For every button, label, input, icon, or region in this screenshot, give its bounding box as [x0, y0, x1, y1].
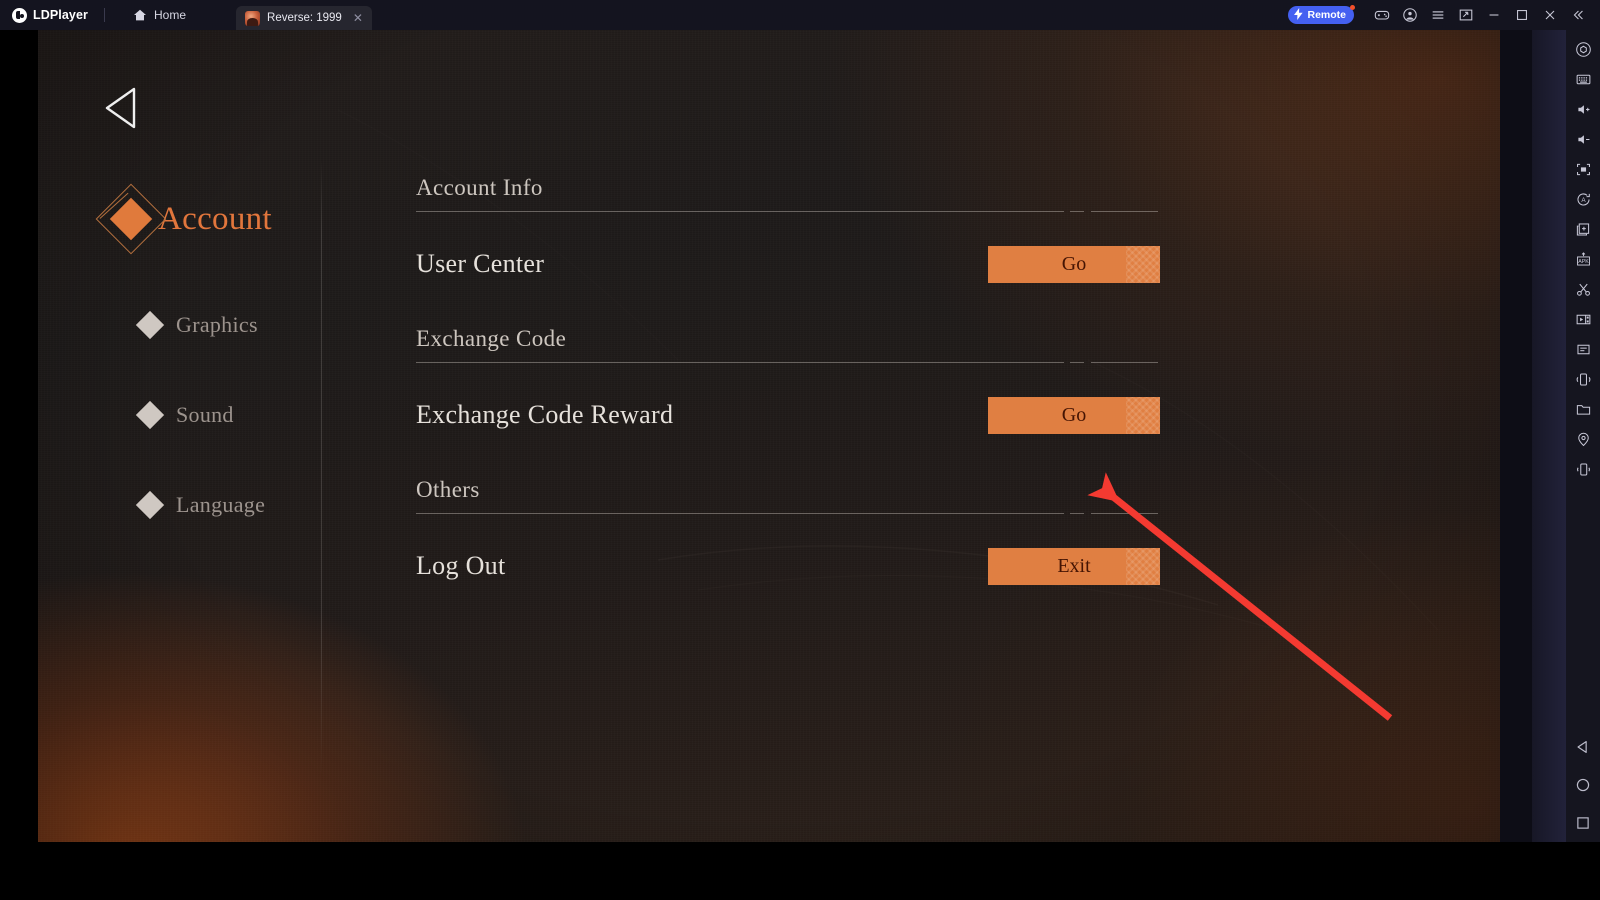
collapse-icon[interactable] [1564, 0, 1592, 30]
fullscreen-icon[interactable] [1568, 154, 1598, 184]
user-center-go-button[interactable]: Go [988, 245, 1160, 283]
video-record-icon[interactable] [1568, 304, 1598, 334]
volume-up-icon[interactable] [1568, 94, 1598, 124]
section-header: Others [416, 477, 480, 502]
svg-text:APK: APK [1578, 258, 1589, 264]
button-label: Go [1061, 252, 1087, 275]
minimize-icon[interactable] [1480, 0, 1508, 30]
emoji-icon[interactable] [1396, 0, 1424, 30]
home-tab[interactable]: Home [119, 0, 200, 30]
settings-hexagon-icon[interactable] [1568, 34, 1598, 64]
row-user-center: User Center Go [378, 236, 1160, 292]
page-title-label: Account [158, 200, 272, 237]
lightning-icon [1294, 7, 1304, 23]
titlebar-divider [104, 8, 105, 22]
android-nav-bar [1566, 736, 1600, 834]
row-label: User Center [416, 249, 545, 278]
volume-down-icon[interactable] [1568, 124, 1598, 154]
tab-reverse-1999[interactable]: Reverse: 1999 ✕ [236, 6, 372, 30]
home-icon [133, 8, 147, 22]
diamond-bullet-icon [135, 400, 165, 430]
ldplayer-logo-icon [12, 7, 27, 23]
button-label: Exit [1057, 554, 1091, 577]
shake-icon[interactable] [1568, 364, 1598, 394]
brand: LDPlayer [0, 0, 88, 30]
sidebar-item-sound[interactable]: Sound [96, 392, 326, 438]
page-title: Account [95, 180, 326, 258]
row-log-out: Log Out Exit [378, 538, 1160, 594]
section-rule [416, 362, 1158, 363]
android-back-icon[interactable] [1571, 736, 1595, 758]
location-icon[interactable] [1568, 424, 1598, 454]
diamond-bullet-icon [135, 490, 165, 520]
screenshot-icon[interactable] [1452, 0, 1480, 30]
left-black-strip [0, 30, 38, 842]
maximize-icon[interactable] [1508, 0, 1536, 30]
titlebar-actions: Remote [1288, 0, 1600, 30]
apk-install-icon[interactable]: APK [1568, 244, 1598, 274]
log-out-exit-button[interactable]: Exit [988, 547, 1160, 585]
tab-close-icon[interactable]: ✕ [349, 10, 364, 26]
button-label: Go [1061, 403, 1087, 426]
titlebar: LDPlayer Home Reverse: 1999 ✕ Remote [0, 0, 1600, 30]
settings-content: Account Info User Center Go Exchange Cod… [378, 175, 1168, 594]
hamburger-menu-icon[interactable] [1424, 0, 1452, 30]
sidebar-item-language[interactable]: Language [96, 482, 326, 528]
game-icon [245, 10, 261, 26]
right-toolbar-backdrop [1532, 30, 1566, 870]
android-recents-icon[interactable] [1571, 812, 1595, 834]
remote-label: Remote [1307, 9, 1346, 21]
section-rule [416, 211, 1158, 212]
device-rotate-icon[interactable] [1568, 454, 1598, 484]
row-label: Exchange Code Reward [416, 400, 674, 429]
scissors-icon[interactable] [1568, 274, 1598, 304]
multi-window-icon[interactable] [1568, 214, 1598, 244]
tab-label: Reverse: 1999 [267, 12, 342, 24]
sidebar-item-label: Sound [176, 402, 234, 427]
back-button[interactable] [100, 83, 146, 133]
game-viewport: Account Graphics Sound Language Account … [38, 30, 1500, 842]
script-icon[interactable] [1568, 334, 1598, 364]
row-label: Log Out [416, 551, 506, 580]
section-exchange-code: Exchange Code Exchange Code Reward Go [378, 326, 1168, 443]
section-account-info: Account Info User Center Go [378, 175, 1168, 292]
sidebar-item-graphics[interactable]: Graphics [96, 302, 326, 348]
keyboard-icon[interactable] [1568, 64, 1598, 94]
section-header: Exchange Code [416, 326, 567, 351]
android-home-icon[interactable] [1571, 774, 1595, 796]
sidebar-item-label: Graphics [176, 312, 258, 337]
sidebar-item-label: Language [176, 492, 266, 517]
bottom-black-strip [0, 842, 1600, 900]
remote-button[interactable]: Remote [1288, 5, 1355, 24]
section-rule [416, 513, 1158, 514]
svg-text:A: A [1581, 197, 1586, 204]
close-icon[interactable] [1536, 0, 1564, 30]
home-label: Home [154, 8, 187, 22]
ldplayer-window: LDPlayer Home Reverse: 1999 ✕ Remote Acc… [0, 0, 1600, 900]
diamond-bullet-icon [135, 310, 165, 340]
brand-name: LDPlayer [33, 8, 88, 22]
diamond-account-icon [95, 183, 167, 255]
auto-rotate-icon[interactable]: A [1568, 184, 1598, 214]
folder-icon[interactable] [1568, 394, 1598, 424]
remote-notification-dot [1350, 5, 1355, 10]
back-arrow-icon [105, 87, 136, 129]
settings-nav: Account Graphics Sound Language [95, 180, 326, 528]
right-toolbar: A APK [1566, 30, 1600, 870]
section-header: Account Info [416, 175, 543, 200]
exchange-code-reward-go-button[interactable]: Go [988, 396, 1160, 434]
gamepad-icon[interactable] [1368, 0, 1396, 30]
row-exchange-code-reward: Exchange Code Reward Go [378, 387, 1160, 443]
vertical-divider [321, 160, 322, 775]
section-others: Others Log Out Exit [378, 477, 1168, 594]
